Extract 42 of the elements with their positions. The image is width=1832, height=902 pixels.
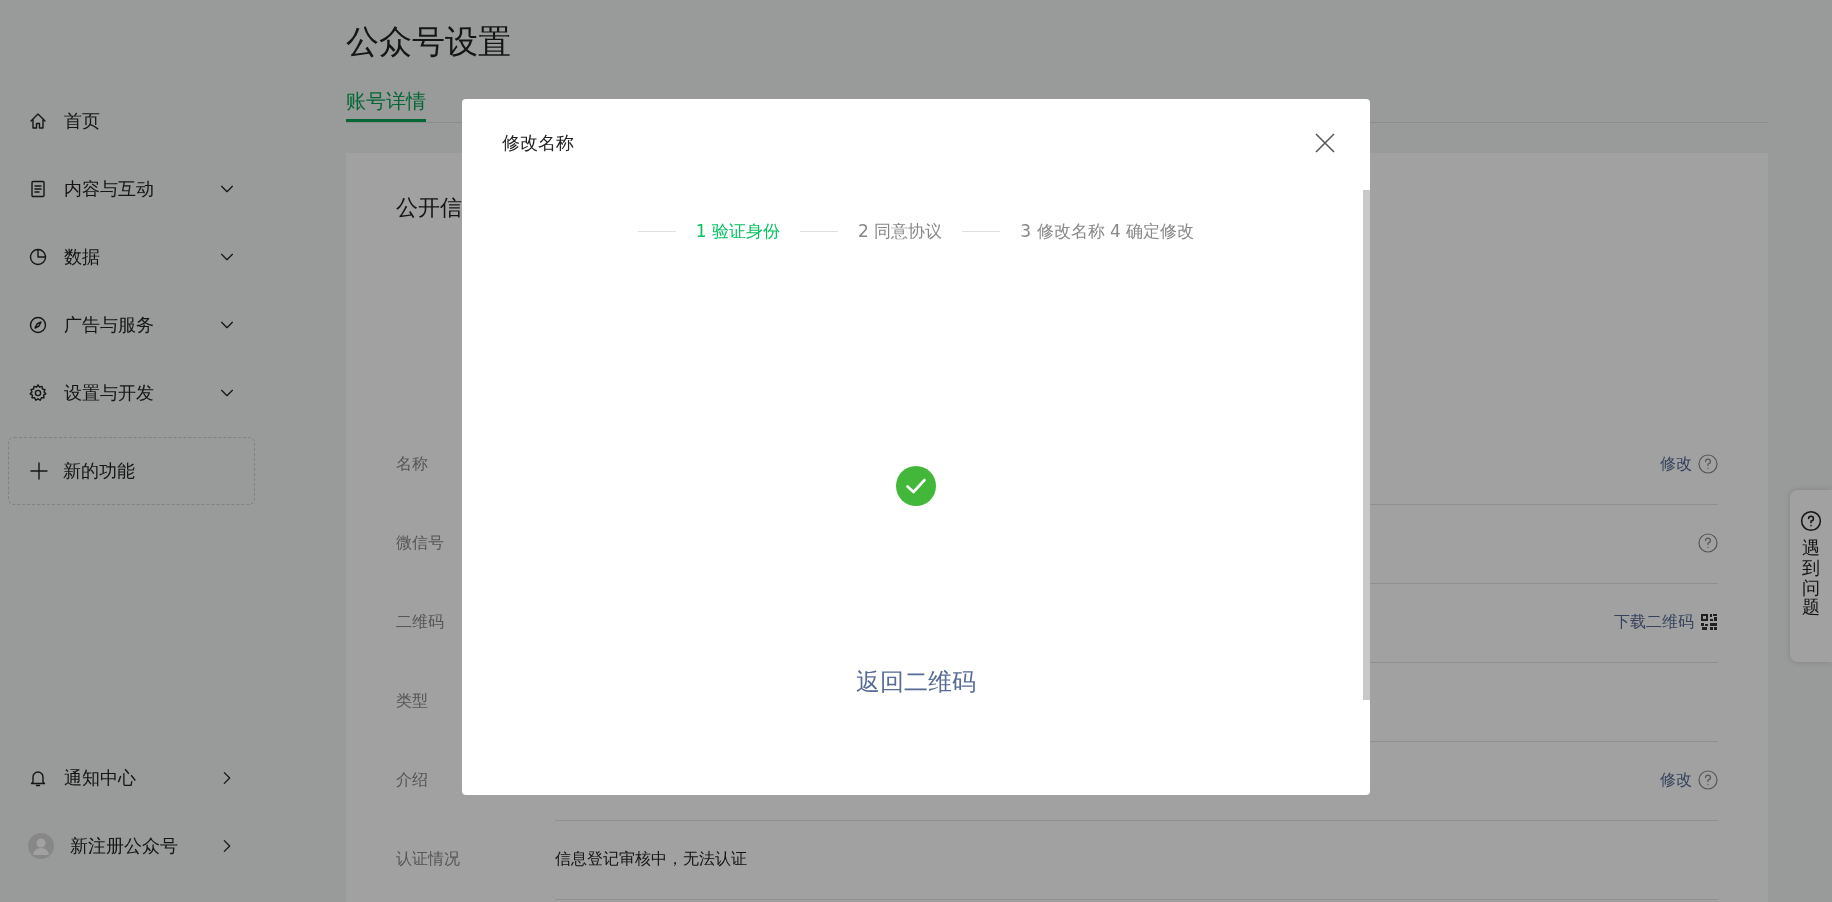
new-feature-button[interactable]: 新的功能 — [8, 437, 255, 505]
success-check-icon — [896, 466, 936, 506]
step-label: 3 修改名称 4 确定修改 — [1020, 219, 1195, 243]
field-label: 名称 — [396, 454, 429, 475]
sidebar-item[interactable]: 首页 — [0, 87, 250, 155]
sidebar-item[interactable]: 内容与互动 — [0, 155, 250, 223]
field-label: 二维码 — [396, 612, 445, 633]
sidebar-item[interactable]: 数据 — [0, 223, 250, 291]
step-label: 2 同意协议 — [858, 219, 943, 243]
bell-icon — [28, 768, 48, 788]
plus-icon — [29, 461, 49, 481]
sidebar-item[interactable]: 广告与服务 — [0, 291, 250, 359]
document-icon — [28, 179, 48, 199]
avatar-icon — [28, 833, 54, 859]
qr-code-icon[interactable] — [1700, 613, 1718, 631]
help-widget[interactable]: 遇到问题 — [1790, 490, 1832, 662]
pie-chart-icon — [28, 247, 48, 267]
gear-icon — [28, 383, 48, 403]
help-icon[interactable] — [1698, 454, 1718, 474]
field-value: 信息登记审核中，无法认证 — [555, 848, 747, 870]
back-to-qr-link[interactable]: 返回二维码 — [856, 666, 976, 698]
close-button[interactable] — [1314, 132, 1336, 154]
field-label: 微信号 — [396, 533, 445, 554]
help-icon[interactable] — [1698, 533, 1718, 553]
field-label: 类型 — [396, 691, 429, 712]
page-title: 公众号设置 — [346, 22, 512, 62]
compass-icon — [28, 315, 48, 335]
sidebar-item[interactable]: 通知中心 — [0, 744, 250, 812]
step-label: 1 验证身份 — [695, 219, 781, 243]
sidebar-item[interactable]: 新注册公众号 — [0, 812, 250, 880]
download-link[interactable]: 下载二维码 — [1614, 611, 1694, 633]
dialog-title: 修改名称 — [502, 131, 574, 155]
scrollbar[interactable] — [1363, 190, 1370, 700]
help-icon — [1800, 510, 1822, 532]
home-icon — [28, 111, 48, 131]
edit-link[interactable]: 修改 — [1660, 769, 1692, 791]
field-label: 认证情况 — [396, 849, 461, 870]
field-label: 介绍 — [396, 770, 429, 791]
edit-link[interactable]: 修改 — [1660, 453, 1692, 475]
help-icon[interactable] — [1698, 770, 1718, 790]
section-title: 公开信 — [396, 194, 463, 222]
sidebar-item[interactable]: 设置与开发 — [0, 359, 250, 427]
